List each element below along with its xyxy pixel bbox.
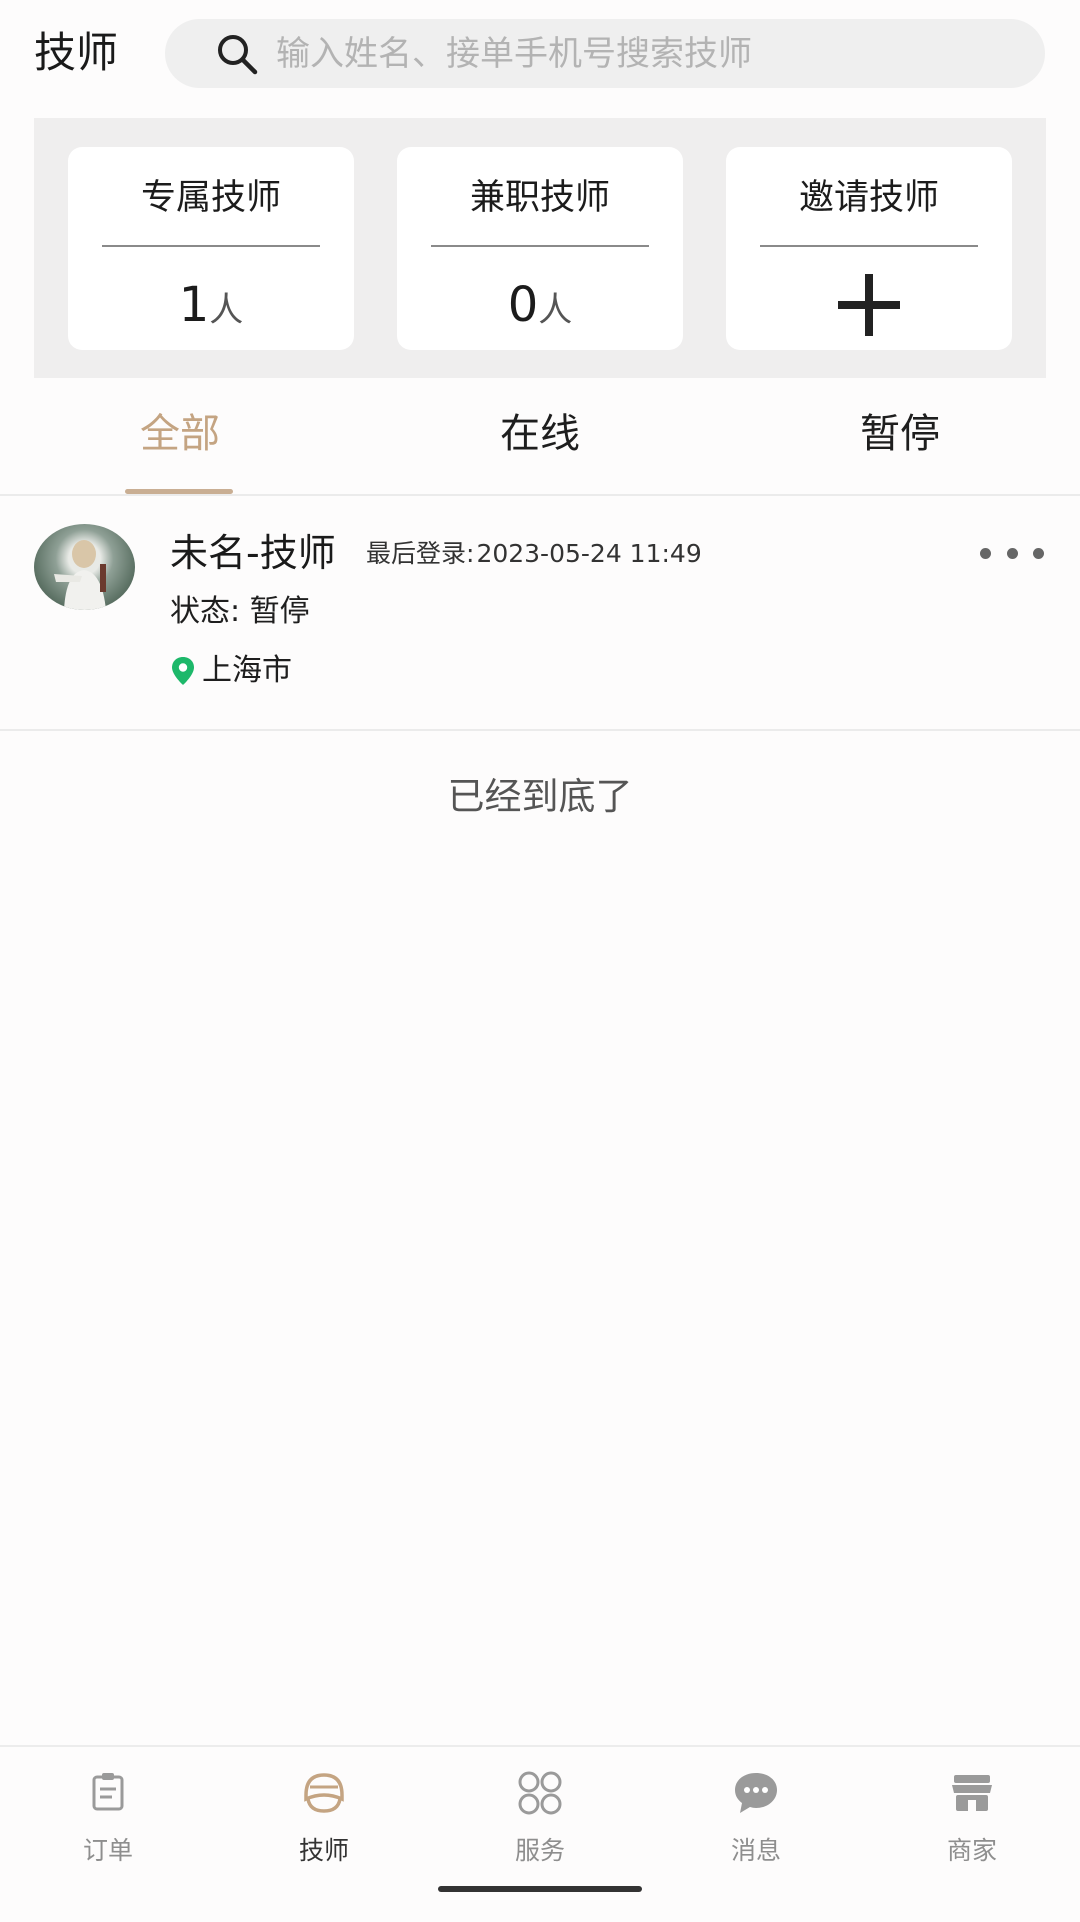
part-time-technician-card[interactable]: 兼职技师 0人 xyxy=(397,147,683,350)
tab-all[interactable]: 全部 xyxy=(110,388,250,494)
avatar[interactable] xyxy=(34,524,135,610)
filter-tabs: 全部 在线 暂停 xyxy=(0,388,1080,494)
store-icon xyxy=(952,1775,992,1811)
service-icon xyxy=(518,1771,562,1815)
search-icon xyxy=(218,34,258,74)
technician-name[interactable]: 未名-技师 xyxy=(170,528,336,578)
nav-label: 技师 xyxy=(298,1836,349,1865)
last-login-time: 2023-05-24 11:49 xyxy=(476,539,702,568)
avatar-image xyxy=(54,540,106,610)
search-bar[interactable] xyxy=(165,19,1045,88)
order-icon xyxy=(92,1773,124,1811)
nav-item-store[interactable]: 商家 xyxy=(864,1767,1080,1877)
count-unit: 人 xyxy=(538,290,573,330)
more-options-icon[interactable] xyxy=(980,543,1044,563)
plus-icon[interactable] xyxy=(838,274,900,336)
nav-label: 服务 xyxy=(514,1836,565,1865)
tab-paused[interactable]: 暂停 xyxy=(830,388,970,494)
count-unit: 人 xyxy=(209,290,244,330)
last-login: 最后登录:2023-05-24 11:49 xyxy=(364,536,702,572)
nav-item-messages[interactable]: 消息 xyxy=(648,1767,864,1877)
city-label: 上海市 xyxy=(202,653,292,688)
nav-item-orders[interactable]: 订单 xyxy=(0,1767,216,1877)
invite-technician-card[interactable]: 邀请技师 xyxy=(726,147,1012,350)
part-time-technician-title: 兼职技师 xyxy=(469,178,610,218)
count-value: 0 xyxy=(507,277,539,333)
nav-item-technicians[interactable]: 技师 xyxy=(216,1767,432,1877)
nav-label: 订单 xyxy=(82,1836,133,1865)
technician-icon xyxy=(304,1773,344,1813)
home-indicator xyxy=(438,1886,642,1892)
count-value: 1 xyxy=(178,277,210,333)
nav-label: 消息 xyxy=(730,1836,781,1865)
search-input[interactable] xyxy=(274,32,998,75)
last-login-label: 最后登录: xyxy=(366,539,475,568)
divider xyxy=(0,729,1080,731)
exclusive-technician-count: 1人 xyxy=(68,277,354,338)
card-divider xyxy=(760,245,978,247)
part-time-technician-count: 0人 xyxy=(397,277,683,338)
technician-location: 上海市 xyxy=(170,651,292,691)
location-pin-icon xyxy=(172,657,194,685)
stats-panel: 专属技师 1人 兼职技师 0人 邀请技师 xyxy=(34,118,1046,378)
card-divider xyxy=(102,245,320,247)
exclusive-technician-card[interactable]: 专属技师 1人 xyxy=(68,147,354,350)
bottom-nav: 订单 技师 服务 消息 商家 xyxy=(0,1745,1080,1922)
card-divider xyxy=(431,245,649,247)
nav-label: 商家 xyxy=(946,1836,997,1865)
exclusive-technician-title: 专属技师 xyxy=(140,178,281,218)
technician-status: 状态: 暂停 xyxy=(170,594,310,629)
tab-online[interactable]: 在线 xyxy=(470,388,610,494)
page-title: 技师 xyxy=(34,28,119,77)
message-icon xyxy=(735,1773,777,1813)
invite-technician-title: 邀请技师 xyxy=(798,178,939,218)
divider xyxy=(0,494,1080,496)
nav-item-services[interactable]: 服务 xyxy=(432,1767,648,1877)
list-end-text: 已经到底了 xyxy=(447,775,633,818)
